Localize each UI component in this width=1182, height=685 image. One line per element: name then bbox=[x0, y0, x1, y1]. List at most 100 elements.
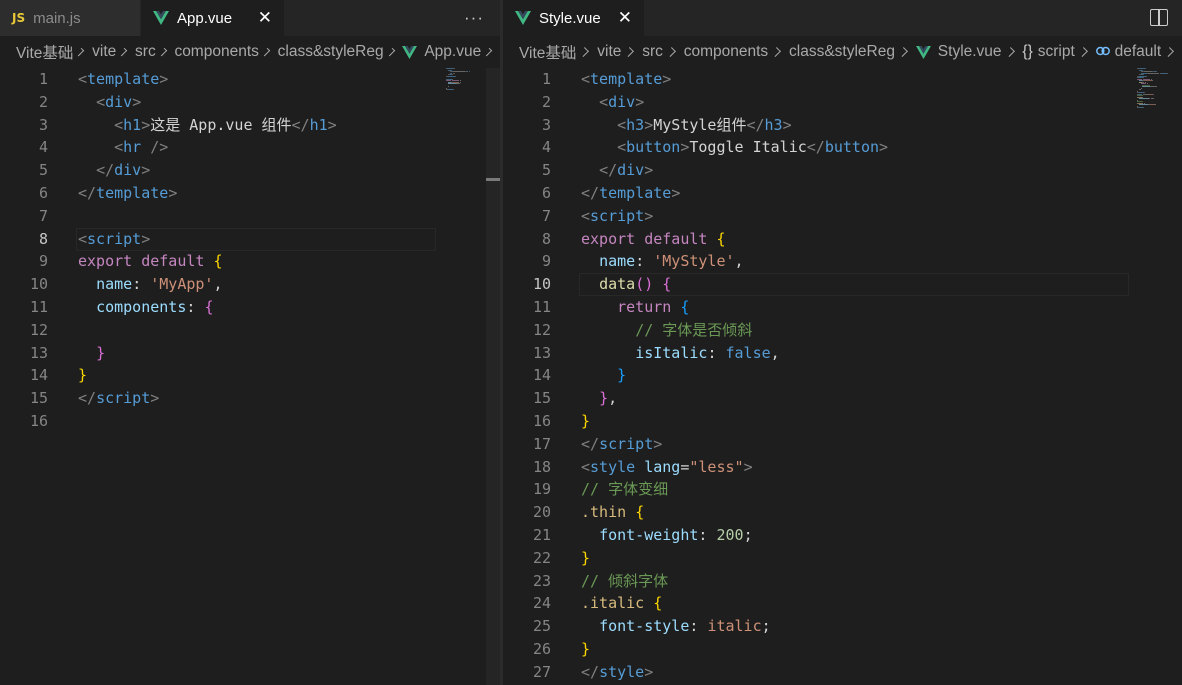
minimap-segment bbox=[1153, 93, 1155, 95]
code-line[interactable]: 3 <h1>这是 App.vue 组件</h1> bbox=[0, 114, 500, 137]
line-number: 2 bbox=[38, 92, 48, 111]
code-token: } bbox=[581, 412, 591, 430]
code-line[interactable]: 19 // 字体变细 bbox=[503, 478, 1182, 501]
code-token: default bbox=[141, 252, 205, 271]
code-line[interactable]: 14 } bbox=[503, 364, 1182, 387]
breadcrumb: Vite基础 vite src components class&styleReg App… bbox=[0, 36, 500, 68]
breadcrumb-item[interactable]: src bbox=[642, 43, 663, 61]
minimap-segment bbox=[468, 71, 470, 72]
code-editor-left[interactable]: 1 <template> 2 <div> 3 <h1>这是 App.vue 组件</h… bbox=[0, 68, 500, 685]
code-line[interactable]: 18 <style lang="less"> bbox=[503, 456, 1182, 479]
code-line[interactable]: 12 bbox=[0, 319, 500, 342]
js-icon: JS bbox=[12, 11, 26, 25]
code-line[interactable]: 6 </template> bbox=[0, 182, 500, 205]
code-line[interactable]: 2 <div> bbox=[0, 91, 500, 114]
code-line[interactable]: 3 <h3>MyStyle组件</h3> bbox=[503, 114, 1182, 137]
breadcrumb-label: src bbox=[642, 43, 663, 60]
code-line[interactable]: 27 </style> bbox=[503, 661, 1182, 684]
code-line[interactable]: 6 </template> bbox=[503, 182, 1182, 205]
line-number: 11 bbox=[532, 298, 551, 316]
code-line[interactable]: 9 name: 'MyStyle', bbox=[503, 250, 1182, 273]
code-token: // 字体是否倾斜 bbox=[635, 320, 753, 339]
code-line[interactable]: 11 return { bbox=[503, 296, 1182, 319]
close-icon[interactable]: ✕ bbox=[618, 8, 632, 28]
tab-style-vue[interactable]: Style.vue ✕ bbox=[503, 0, 645, 36]
code-text: isItalic: false, bbox=[581, 342, 780, 365]
breadcrumb-item[interactable]: vite bbox=[92, 43, 116, 61]
code-line[interactable]: 5 </div> bbox=[0, 159, 500, 182]
code-line[interactable]: 8 <script> bbox=[0, 228, 500, 251]
code-line[interactable]: 10 name: 'MyApp', bbox=[0, 273, 500, 296]
code-line[interactable]: 13 isItalic: false, bbox=[503, 342, 1182, 365]
code-line[interactable]: 16} bbox=[503, 410, 1182, 433]
breadcrumb-item[interactable]: Vite基础 bbox=[519, 41, 576, 63]
code-line[interactable]: 24 .italic { bbox=[503, 592, 1182, 615]
code-line[interactable]: 12 // 字体是否倾斜 bbox=[503, 319, 1182, 342]
code-line[interactable]: 5 </div> bbox=[503, 159, 1182, 182]
code-token: > bbox=[644, 161, 654, 180]
breadcrumb-item[interactable]: components bbox=[174, 43, 258, 61]
breadcrumb-item[interactable]: default bbox=[1095, 43, 1161, 61]
line-number: 10 bbox=[532, 275, 551, 294]
code-text: name: 'MyApp', bbox=[78, 273, 222, 296]
code-line[interactable]: 21 font-weight: 200; bbox=[503, 524, 1182, 547]
breadcrumb-item[interactable]: {} script bbox=[1022, 43, 1074, 61]
code-token: } bbox=[599, 389, 609, 408]
code-token: // 倾斜字体 bbox=[581, 571, 669, 590]
minimap-right[interactable] bbox=[1137, 68, 1182, 108]
code-line[interactable]: 14} bbox=[0, 364, 500, 387]
line-number: 7 bbox=[38, 206, 48, 225]
code-line[interactable]: 13 } bbox=[0, 342, 500, 365]
code-line[interactable]: 2 <div> bbox=[503, 91, 1182, 114]
code-line[interactable]: 4 <hr /> bbox=[0, 136, 500, 159]
code-token: > bbox=[141, 115, 151, 134]
code-token: button bbox=[824, 138, 880, 157]
breadcrumb-item[interactable]: vite bbox=[597, 43, 621, 61]
code-editor-right[interactable]: 1 <template> 2 <div> 3 <h3>MyStyle组件</h3> 4 … bbox=[503, 68, 1182, 685]
code-line[interactable]: 9 export default { bbox=[0, 250, 500, 273]
code-line[interactable]: 7 <script> bbox=[503, 205, 1182, 228]
minimap-segment bbox=[1142, 86, 1150, 87]
code-line[interactable]: 22} bbox=[503, 547, 1182, 570]
breadcrumb-item[interactable]: components bbox=[684, 43, 768, 61]
close-icon[interactable]: ✕ bbox=[258, 8, 272, 28]
minimap-segment bbox=[1139, 89, 1141, 90]
breadcrumb-item[interactable]: Style.vue bbox=[915, 43, 1002, 61]
breadcrumb-label: script bbox=[1037, 43, 1075, 60]
scrollbar-thumb-left[interactable] bbox=[486, 178, 500, 181]
more-actions-icon[interactable]: ··· bbox=[464, 8, 484, 28]
tab-app-vue[interactable]: App.vue ✕ bbox=[141, 0, 285, 36]
tab-main-js[interactable]: JS main.js bbox=[0, 0, 141, 36]
code-line[interactable]: 23 // 倾斜字体 bbox=[503, 570, 1182, 593]
code-text: <script> bbox=[78, 228, 150, 251]
line-number: 12 bbox=[532, 320, 551, 339]
code-line[interactable]: 26} bbox=[503, 638, 1182, 661]
breadcrumb-item[interactable]: Vite基础 bbox=[16, 41, 73, 63]
code-line[interactable]: 20 .thin { bbox=[503, 501, 1182, 524]
scrollbar-left[interactable] bbox=[486, 68, 500, 685]
code-line[interactable]: 11 components: { bbox=[0, 296, 500, 319]
code-line[interactable]: 15 }, bbox=[503, 387, 1182, 410]
code-token: { bbox=[204, 298, 214, 316]
code-line[interactable]: 10 data() { bbox=[503, 273, 1182, 296]
code-line[interactable]: 25 font-style: italic; bbox=[503, 615, 1182, 638]
code-token: < bbox=[114, 115, 124, 134]
code-line[interactable]: 1 <template> bbox=[0, 68, 500, 91]
split-editor-icon[interactable] bbox=[1150, 9, 1168, 26]
minimap-segment bbox=[455, 75, 456, 77]
code-line[interactable]: 17 </script> bbox=[503, 433, 1182, 456]
breadcrumb-label: App.vue bbox=[424, 43, 482, 60]
code-line[interactable]: 1 <template> bbox=[503, 68, 1182, 91]
code-line[interactable]: 15 </script> bbox=[0, 387, 500, 410]
breadcrumb-item[interactable]: src bbox=[135, 43, 156, 61]
breadcrumb-item[interactable]: class&styleReg bbox=[789, 43, 895, 61]
code-line[interactable]: 8 export default { bbox=[503, 228, 1182, 251]
line-number: 18 bbox=[532, 457, 551, 476]
breadcrumb-item[interactable]: App.vue bbox=[402, 43, 481, 61]
breadcrumb-item[interactable]: class&styleReg bbox=[278, 43, 384, 61]
code-line[interactable]: 16 bbox=[0, 410, 500, 433]
code-line[interactable]: 7 bbox=[0, 205, 500, 228]
code-line[interactable]: 4 <button>Toggle Italic</button> bbox=[503, 136, 1182, 159]
